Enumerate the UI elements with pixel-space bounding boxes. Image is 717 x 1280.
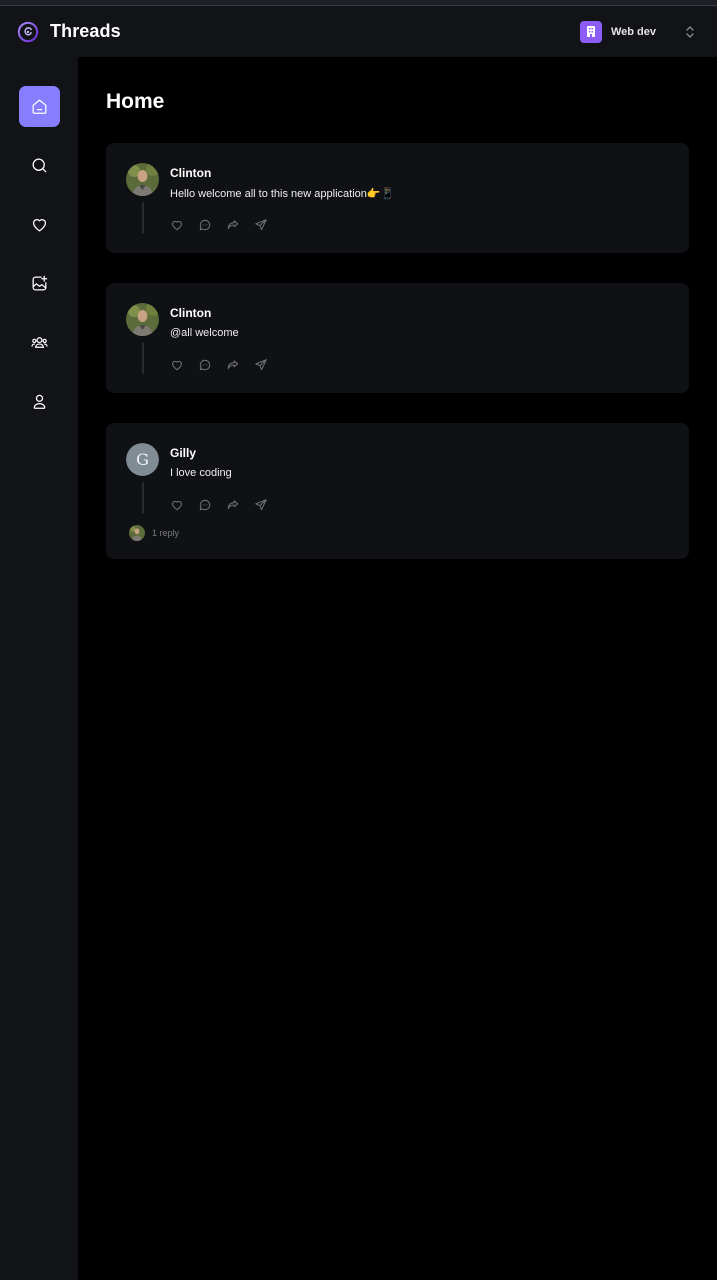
thread-text: Hello welcome all to this new applicatio… <box>170 188 395 200</box>
repost-icon <box>227 500 239 510</box>
threads-logo-icon <box>17 21 39 42</box>
heart-icon <box>172 220 182 231</box>
home-icon <box>32 99 46 114</box>
reply-button[interactable] <box>198 218 212 232</box>
reply-avatar <box>129 525 145 541</box>
author-name[interactable]: Clinton <box>170 166 669 180</box>
org-name: Web dev <box>610 25 656 38</box>
like-button[interactable] <box>170 498 184 512</box>
thread-card[interactable]: Clinton @all welcome <box>106 283 689 393</box>
repost-icon <box>227 360 239 370</box>
app-title: Threads <box>50 21 121 41</box>
sidebar-item-communities[interactable] <box>19 322 60 363</box>
page-title: Home <box>106 90 165 113</box>
image-plus-icon <box>32 275 47 291</box>
sidebar-item-search[interactable] <box>19 145 60 186</box>
repost-button[interactable] <box>226 358 240 372</box>
search-icon <box>32 158 46 173</box>
reply-icon <box>199 219 211 231</box>
avatar-photo-icon <box>126 163 159 196</box>
author-avatar[interactable]: G <box>126 443 159 476</box>
replies-summary[interactable]: 1 reply <box>129 525 669 541</box>
thread-text: @all welcome <box>170 327 239 339</box>
reply-button[interactable] <box>198 358 212 372</box>
sidebar-item-create-thread[interactable] <box>19 263 60 304</box>
thread-card[interactable]: Clinton Hello welcome all to this new ap… <box>106 143 689 253</box>
thread-line <box>141 342 144 374</box>
author-avatar[interactable] <box>126 163 159 196</box>
thread-line <box>141 482 144 514</box>
thread-actions <box>170 218 669 232</box>
thread-text: I love coding <box>170 467 232 479</box>
top-bar: Threads Web dev <box>0 6 717 57</box>
avatar-photo-icon <box>126 303 159 336</box>
like-button[interactable] <box>170 218 184 232</box>
sidebar-item-home[interactable] <box>18 86 60 127</box>
left-sidebar <box>0 57 78 1280</box>
reply-icon <box>199 499 211 511</box>
sidebar-item-profile[interactable] <box>19 381 60 422</box>
organization-switcher[interactable]: Web dev <box>579 20 695 43</box>
thread-actions <box>170 358 669 372</box>
thread-actions <box>170 498 669 512</box>
thread-card[interactable]: G Gilly I love coding 1 reply <box>106 423 689 559</box>
like-button[interactable] <box>170 358 184 372</box>
share-icon <box>255 499 267 511</box>
author-avatar[interactable] <box>126 303 159 336</box>
repost-button[interactable] <box>226 498 240 512</box>
org-avatar <box>579 20 602 43</box>
repost-button[interactable] <box>226 218 240 232</box>
author-name[interactable]: Gilly <box>170 446 669 460</box>
chevron-up-down-icon <box>686 25 694 38</box>
user-icon <box>33 394 45 409</box>
heart-icon <box>172 360 182 371</box>
building-icon <box>586 26 595 37</box>
heart-icon <box>172 500 182 511</box>
share-button[interactable] <box>254 498 268 512</box>
avatar-letter: G <box>126 443 159 476</box>
reply-button[interactable] <box>198 498 212 512</box>
avatar-photo-icon <box>129 525 145 541</box>
heart-icon <box>32 219 46 232</box>
reply-count-link[interactable]: 1 reply <box>152 528 179 538</box>
sidebar-item-activity[interactable] <box>19 204 60 245</box>
repost-icon <box>227 220 239 230</box>
reply-icon <box>199 359 211 371</box>
users-icon <box>30 337 48 348</box>
share-icon <box>255 359 267 371</box>
share-button[interactable] <box>254 358 268 372</box>
share-button[interactable] <box>254 218 268 232</box>
main-content: Home Clinton Hello welcome all to this n… <box>106 57 689 589</box>
thread-line <box>141 202 144 234</box>
share-icon <box>255 219 267 231</box>
brand[interactable]: Threads <box>17 21 121 43</box>
author-name[interactable]: Clinton <box>170 306 669 320</box>
